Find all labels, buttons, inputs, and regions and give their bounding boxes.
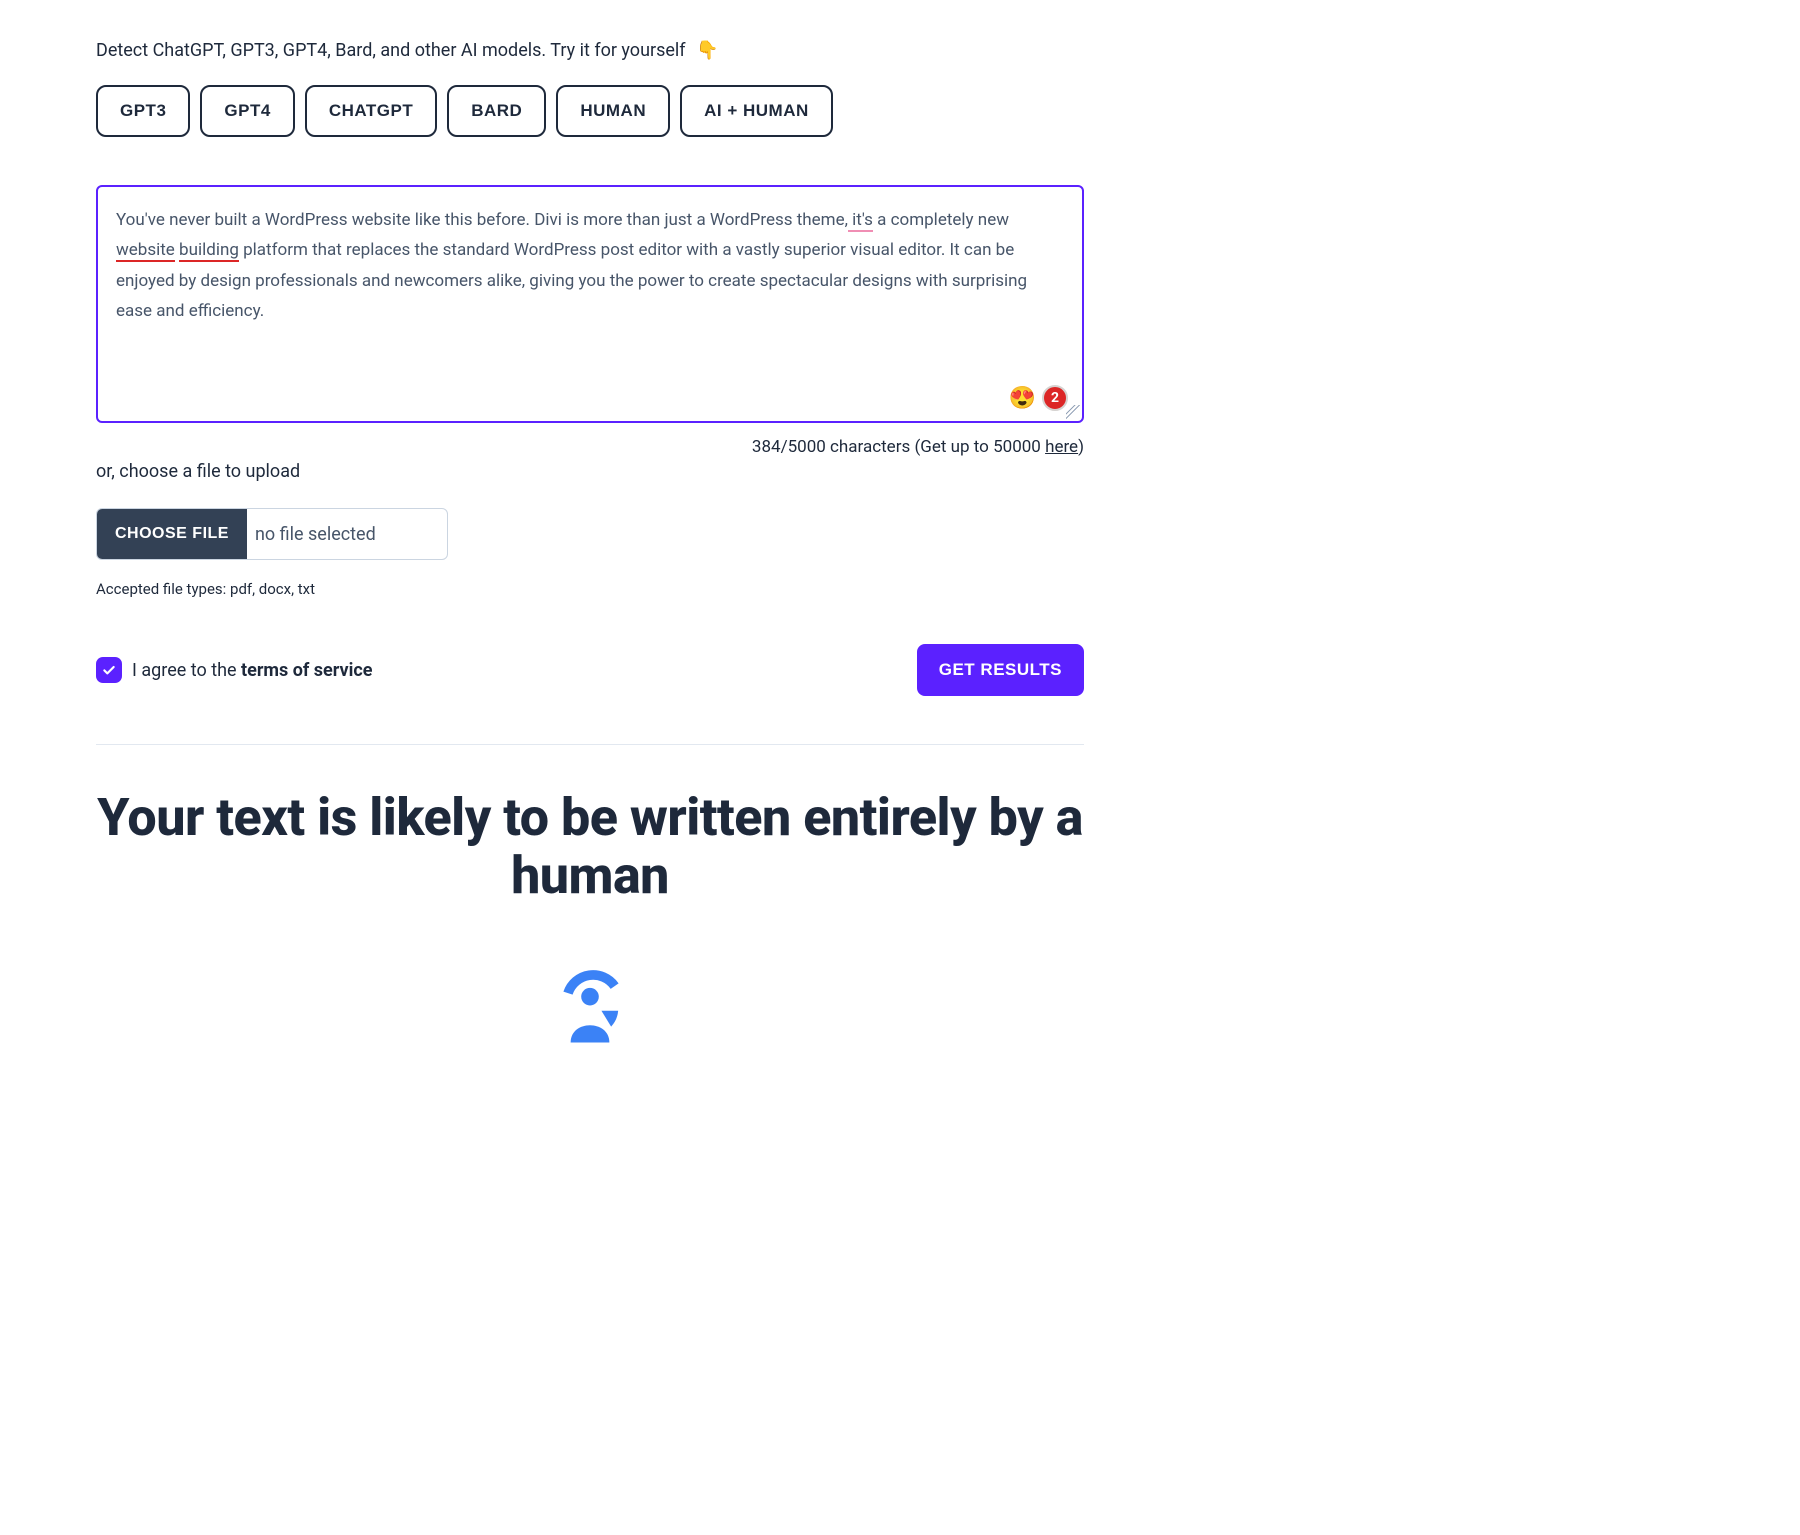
heart-eyes-icon: 😍 xyxy=(1009,386,1036,411)
char-max: 5000 xyxy=(788,437,826,457)
model-button-row: GPT3 GPT4 CHATGPT BARD HUMAN AI + HUMAN xyxy=(96,85,1084,137)
character-counter: 384/5000 characters (Get up to 50000 her… xyxy=(96,437,1084,457)
file-upload-row: CHOOSE FILE no file selected xyxy=(96,508,448,560)
model-button-bard[interactable]: BARD xyxy=(447,85,546,137)
agree-wrap: I agree to the terms of service xyxy=(96,657,373,683)
text-input-content[interactable]: You've never built a WordPress website l… xyxy=(116,205,1064,375)
char-current: 384 xyxy=(752,437,781,457)
upsell-prefix: (Get up to 50000 xyxy=(914,437,1045,457)
upload-hint: or, choose a file to upload xyxy=(96,461,1084,482)
check-icon xyxy=(101,662,117,678)
upsell-link[interactable]: here xyxy=(1045,437,1078,457)
text-input-area[interactable]: You've never built a WordPress website l… xyxy=(96,185,1084,423)
selected-file-name: no file selected xyxy=(247,509,447,559)
reaction-badges: 😍 2 xyxy=(1009,385,1068,411)
char-unit: characters xyxy=(830,437,910,457)
result-heading: Your text is likely to be written entire… xyxy=(96,789,1084,905)
model-button-gpt3[interactable]: GPT3 xyxy=(96,85,190,137)
divider xyxy=(96,744,1084,745)
model-button-gpt4[interactable]: GPT4 xyxy=(200,85,294,137)
pointing-down-icon: 👇 xyxy=(696,40,718,61)
agree-checkbox[interactable] xyxy=(96,657,122,683)
agree-prefix: I agree to the xyxy=(132,660,241,681)
action-row: I agree to the terms of service GET RESU… xyxy=(96,644,1084,696)
agree-text: I agree to the terms of service xyxy=(132,660,373,681)
model-button-ai-human[interactable]: AI + HUMAN xyxy=(680,85,833,137)
model-button-human[interactable]: HUMAN xyxy=(556,85,670,137)
model-button-chatgpt[interactable]: CHATGPT xyxy=(305,85,437,137)
intro-text: Detect ChatGPT, GPT3, GPT4, Bard, and ot… xyxy=(96,40,1084,61)
get-results-button[interactable]: GET RESULTS xyxy=(917,644,1084,696)
resize-handle[interactable] xyxy=(1066,405,1080,419)
result-icon-wrap xyxy=(96,965,1084,1053)
terms-of-service-link[interactable]: terms of service xyxy=(241,660,372,681)
choose-file-button[interactable]: CHOOSE FILE xyxy=(97,509,247,559)
accepted-file-types: Accepted file types: pdf, docx, txt xyxy=(96,580,1084,598)
suggestion-count-badge[interactable]: 2 xyxy=(1042,385,1068,411)
upsell-suffix: ) xyxy=(1078,437,1084,457)
human-result-icon xyxy=(546,965,634,1053)
intro-text-content: Detect ChatGPT, GPT3, GPT4, Bard, and ot… xyxy=(96,40,686,61)
